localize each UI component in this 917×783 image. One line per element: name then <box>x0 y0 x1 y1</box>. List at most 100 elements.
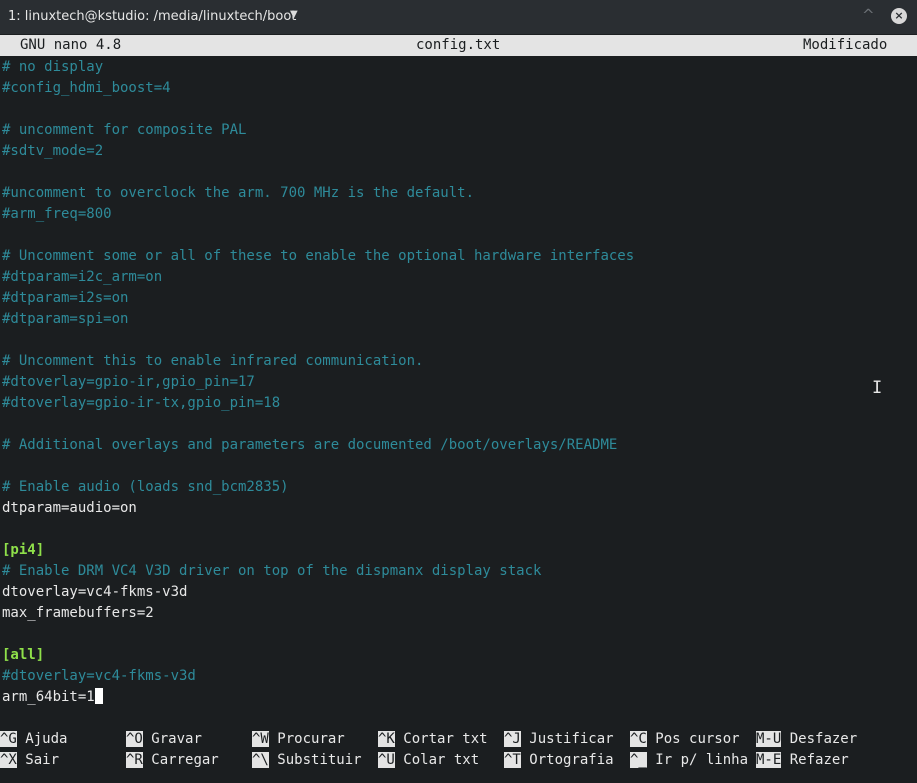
editor-line-text: # Uncomment this to enable infrared comm… <box>2 353 424 369</box>
editor-line-text: #dtoverlay=gpio-ir-tx,gpio_pin=18 <box>2 395 281 411</box>
editor-line-text: #dtoverlay=vc4-fkms-v3d <box>2 668 196 684</box>
editor-line: #dtoverlay=gpio-ir,gpio_pin=17 <box>2 372 907 393</box>
editor-line-text: dtoverlay=vc4-fkms-v3d <box>2 584 188 600</box>
chevron-up-icon[interactable]: ^ <box>862 6 875 24</box>
editor-line-text: #sdtv_mode=2 <box>2 143 104 159</box>
shortcut-item: ^G Ajuda <box>0 729 67 750</box>
shortcut-label: Cortar txt <box>403 731 488 747</box>
editor-line: dtoverlay=vc4-fkms-v3d <box>2 582 907 603</box>
shortcut-item: M-U Desfazer <box>756 729 857 750</box>
shortcut-item: ^W Procurar <box>252 729 345 750</box>
shortcut-key: ^\ <box>252 752 269 768</box>
shortcut-item: ^O Gravar <box>126 729 202 750</box>
tab-menu-dropdown-icon[interactable]: ▼ <box>290 9 298 20</box>
shortcut-label: Carregar <box>151 752 219 768</box>
shortcut-item: M-E Refazer <box>756 750 849 771</box>
modified-status: Modificado <box>803 37 888 53</box>
editor-line: [all] <box>2 645 907 666</box>
editor-line-text: # no display <box>2 59 104 75</box>
file-name: config.txt <box>416 37 501 53</box>
shortcut-label: Procurar <box>277 731 345 747</box>
shortcut-label: Gravar <box>151 731 202 747</box>
shortcut-key: ^O <box>126 731 143 747</box>
editor-line-text: #arm_freq=800 <box>2 206 112 222</box>
editor-line-text: #config_hdmi_boost=4 <box>2 80 171 96</box>
shortcut-label: Sair <box>25 752 60 768</box>
close-icon[interactable]: × <box>891 8 907 24</box>
editor-line-text: #dtparam=spi=on <box>2 311 129 327</box>
text-editor-area[interactable]: # no display #config_hdmi_boost=4 # uncomm… <box>2 57 907 708</box>
shortcut-key: ^J <box>504 731 521 747</box>
shortcut-key: ^_ <box>630 752 647 768</box>
editor-line-text: arm_64bit=1 <box>2 689 95 705</box>
shortcut-label: Pos cursor <box>655 731 740 747</box>
editor-line-text: # Enable audio (loads snd_bcm2835) <box>2 479 289 495</box>
editor-line: #dtparam=i2c_arm=on <box>2 267 907 288</box>
editor-line: #uncomment to overclock the arm. 700 MHz… <box>2 183 907 204</box>
shortcut-item: ^\ Substituir <box>252 750 362 771</box>
editor-line: #dtoverlay=gpio-ir-tx,gpio_pin=18 <box>2 393 907 414</box>
nano-version: GNU nano 4.8 <box>20 37 122 53</box>
editor-line: #dtparam=spi=on <box>2 309 907 330</box>
shortcut-item: ^X Sair <box>0 750 59 771</box>
editor-line: #dtparam=i2s=on <box>2 288 907 309</box>
editor-line-text: #dtparam=i2c_arm=on <box>2 269 163 285</box>
window-titlebar: 1: linuxtech@kstudio: /media/linuxtech/b… <box>0 0 917 34</box>
editor-line-text: #dtparam=i2s=on <box>2 290 129 306</box>
editor-line: #sdtv_mode=2 <box>2 141 907 162</box>
shortcut-row-2: ^X Sair ^R Carregar ^\ Substituir ^U Colar … <box>0 750 917 771</box>
editor-line: # Enable audio (loads snd_bcm2835) <box>2 477 907 498</box>
nano-title-bar: GNU nano 4.8 config.txt Modificado <box>0 35 917 56</box>
shortcut-key: ^G <box>0 731 17 747</box>
editor-line: dtparam=audio=on <box>2 498 907 519</box>
editor-line-text: #uncomment to overclock the arm. 700 MHz… <box>2 185 475 201</box>
shortcut-item: ^J Justificar <box>504 729 614 750</box>
shortcut-key: ^X <box>0 752 17 768</box>
shortcut-key: ^R <box>126 752 143 768</box>
window-title: 1: linuxtech@kstudio: /media/linuxtech/b… <box>8 9 297 24</box>
shortcut-row-1: ^G Ajuda ^O Gravar ^W Procurar ^K Cortar tx… <box>0 729 917 750</box>
shortcut-key: ^K <box>378 731 395 747</box>
shortcut-label: Substituir <box>277 752 362 768</box>
shortcut-label: Ajuda <box>25 731 68 747</box>
editor-line-text: dtparam=audio=on <box>2 500 137 516</box>
shortcut-key: ^U <box>378 752 395 768</box>
editor-line-text: [all] <box>2 647 45 663</box>
editor-line: # Enable DRM VC4 V3D driver on top of th… <box>2 561 907 582</box>
editor-line: [pi4] <box>2 540 907 561</box>
shortcut-label: Justificar <box>529 731 614 747</box>
shortcut-item: ^U Colar txt <box>378 750 479 771</box>
editor-line: arm_64bit=1 <box>2 687 907 708</box>
editor-line: # Additional overlays and parameters are… <box>2 435 907 456</box>
shortcut-label: Ir p/ linha <box>655 752 749 768</box>
editor-line-text: max_framebuffers=2 <box>2 605 154 621</box>
mouse-ibeam-cursor-icon: I <box>872 378 883 398</box>
shortcut-label: Colar txt <box>403 752 480 768</box>
editor-line: # no display <box>2 57 907 78</box>
shortcut-item: ^C Pos cursor <box>630 729 740 750</box>
editor-line-text: #dtoverlay=gpio-ir,gpio_pin=17 <box>2 374 255 390</box>
text-cursor <box>94 688 103 704</box>
shortcut-key: ^W <box>252 731 269 747</box>
shortcut-key: ^T <box>504 752 521 768</box>
editor-line-text: # Additional overlays and parameters are… <box>2 437 618 453</box>
shortcut-key: M-E <box>756 752 782 768</box>
shortcut-label: Desfazer <box>789 731 858 747</box>
editor-line-text: # Enable DRM VC4 V3D driver on top of th… <box>2 563 542 579</box>
editor-line-text: # Uncomment some or all of these to enab… <box>2 248 635 264</box>
shortcut-label: Refazer <box>789 752 849 768</box>
editor-line: #dtoverlay=vc4-fkms-v3d <box>2 666 907 687</box>
shortcut-label: Ortografia <box>529 752 614 768</box>
shortcut-help-bar: ^G Ajuda ^O Gravar ^W Procurar ^K Cortar tx… <box>0 729 917 771</box>
editor-line: # Uncomment this to enable infrared comm… <box>2 351 907 372</box>
editor-line-text: # uncomment for composite PAL <box>2 122 247 138</box>
editor-line: #config_hdmi_boost=4 <box>2 78 907 99</box>
shortcut-item: ^R Carregar <box>126 750 219 771</box>
